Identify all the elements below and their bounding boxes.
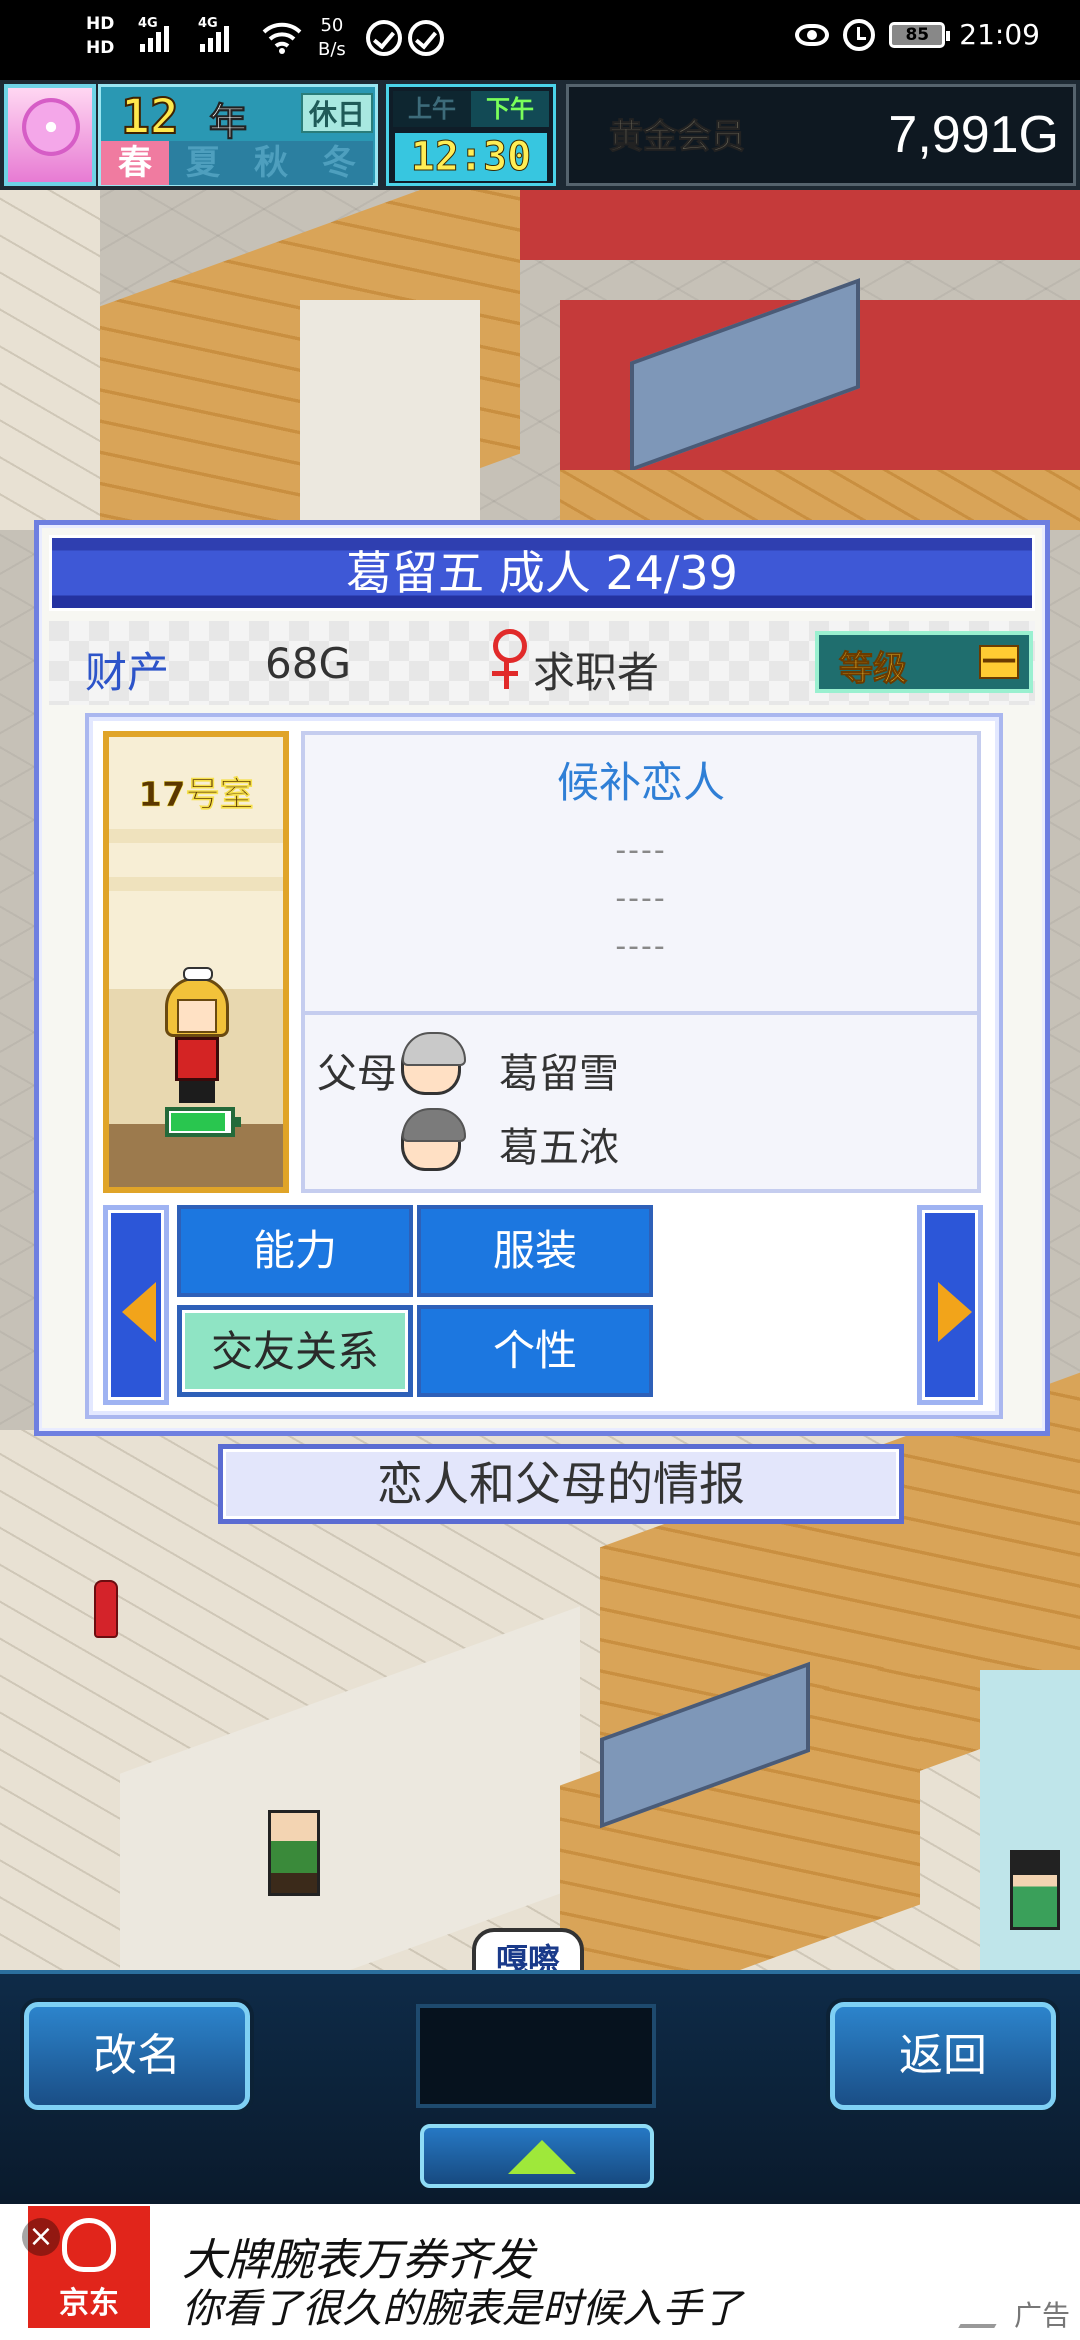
- back-button[interactable]: 返回: [830, 2002, 1056, 2110]
- date-panel: 12 年 休日 春 夏 秋 冬: [98, 84, 378, 186]
- ad-banner[interactable]: 京东 × 大牌腕表万券齐发 你看了很久的腕表是时候入手了 广告: [0, 2204, 1080, 2340]
- arrow-up-icon: [508, 2140, 576, 2174]
- next-resident-button[interactable]: [917, 1205, 983, 1405]
- female-icon-cross: [492, 671, 518, 676]
- season-winter: 冬: [305, 141, 373, 185]
- parents-box: 父母 葛留雪 葛五浓: [301, 1011, 981, 1193]
- corridor: [0, 190, 100, 530]
- tab-clothing[interactable]: 服装: [417, 1205, 653, 1297]
- status-right: 85 21:09: [795, 18, 1040, 51]
- check-icon: [366, 20, 402, 56]
- signal-icon-2: 4G: [198, 16, 229, 52]
- level-value: 一: [979, 645, 1019, 680]
- pm-label: 下午: [471, 91, 549, 127]
- love-candidates-title: 候补恋人: [556, 758, 725, 807]
- female-icon: [489, 627, 529, 691]
- love-candidate-slot: ----: [615, 881, 667, 916]
- eye-icon: [795, 23, 830, 46]
- love-candidate-slot: ----: [615, 833, 667, 868]
- arrow-left-icon: [122, 1282, 156, 1342]
- resident-sprite[interactable]: [1010, 1850, 1060, 1930]
- tab-caption: 恋人和父母的情报: [218, 1444, 904, 1524]
- parent-name: 葛五浓: [499, 1125, 619, 1171]
- ad-subline: 你看了很久的腕表是时候入手了: [182, 2286, 742, 2332]
- year-number: 12: [120, 88, 180, 146]
- speed-value: 50: [320, 15, 344, 36]
- tab-friendship[interactable]: 交友关系: [177, 1305, 413, 1397]
- clock-time: 21:09: [959, 18, 1040, 51]
- fire-extinguisher-icon: [94, 1580, 118, 1638]
- alarm-icon: [843, 18, 876, 51]
- season-autumn: 秋: [237, 141, 305, 185]
- speech-bubble: 嘎嚓: [472, 1928, 584, 1970]
- resident-info-row: 财产 68G 求职者 等级 一: [49, 621, 1035, 705]
- wall-stripe: [109, 829, 283, 843]
- ad-close-button[interactable]: ×: [22, 2218, 60, 2256]
- season-spring: 春: [101, 141, 169, 185]
- wealth-label: 财产: [85, 648, 170, 697]
- arrow-right-icon: [938, 1282, 972, 1342]
- room-number: 17号室: [138, 775, 254, 816]
- member-rank: 黄金会员: [609, 117, 746, 158]
- detail-panel: 17号室 候补恋人 ---- ---- ---- 父母 葛留雪 葛五浓 能力 服…: [85, 713, 1003, 1419]
- wall: [520, 190, 1080, 260]
- resident-info-dialog: 葛留五 成人 24/39 财产 68G 求职者 等级 一 17号室 候补恋人 -…: [34, 520, 1050, 1436]
- love-candidate-slot: ----: [615, 929, 667, 964]
- job-status: 求职者: [533, 648, 660, 697]
- wall-stripe: [109, 877, 283, 891]
- resident-portrait: [157, 967, 237, 1107]
- money-panel: 黄金会员 7,991G: [566, 84, 1076, 186]
- season-summer: 夏: [169, 141, 237, 185]
- season-strip: 春 夏 秋 冬: [101, 141, 373, 185]
- message-display: [416, 2004, 656, 2108]
- ad-label: 广告: [1013, 2299, 1070, 2332]
- network-type-2: 4G: [198, 16, 218, 31]
- am-label: 上午: [393, 91, 471, 127]
- expand-menu-button[interactable]: [420, 2124, 654, 2188]
- ad-brand: 京东: [59, 2286, 119, 2321]
- battery-icon: 85: [889, 21, 951, 48]
- signal-icon-1: 4G: [138, 16, 169, 52]
- network-speed: 50 B/s: [318, 14, 346, 62]
- prev-resident-button[interactable]: [103, 1205, 169, 1405]
- am-pm-indicator: 上午 下午: [393, 91, 549, 127]
- jd-dog-icon: [62, 2218, 116, 2272]
- room-card: 17号室: [103, 731, 289, 1193]
- level-badge: 等级 一: [815, 631, 1033, 693]
- hair-bow: [183, 967, 213, 981]
- love-candidates-box: 候补恋人 ---- ---- ----: [301, 731, 981, 1021]
- face: [177, 999, 217, 1033]
- rename-button[interactable]: 改名: [24, 2002, 250, 2110]
- bottom-bar: 改名 返回: [0, 1970, 1080, 2204]
- level-label: 等级: [839, 649, 908, 690]
- stamina-battery-icon: [165, 1107, 241, 1137]
- status-bar: HD HD 4G 4G 50 B/s 85 21:09: [0, 0, 1080, 80]
- wall: [300, 300, 480, 530]
- check-icon: [408, 20, 444, 56]
- legs: [179, 1081, 215, 1103]
- time-panel: 上午 下午 12:30: [386, 84, 556, 186]
- resident-title: 葛留五 成人 24/39: [49, 535, 1035, 611]
- holiday-badge: 休日: [301, 93, 373, 133]
- parent-name: 葛留雪: [499, 1051, 619, 1097]
- parent-avatar-icon: [401, 1032, 466, 1095]
- parents-label: 父母: [317, 1051, 397, 1097]
- ad-network-icon: [958, 2308, 1006, 2328]
- speed-unit: B/s: [318, 39, 346, 60]
- tab-ability[interactable]: 能力: [177, 1205, 413, 1297]
- tab-personality[interactable]: 个性: [417, 1305, 653, 1397]
- year-unit: 年: [208, 100, 248, 145]
- hd-label-2: HD: [86, 38, 115, 58]
- parent-avatar-icon: [401, 1108, 466, 1171]
- wealth-value: 68G: [265, 639, 351, 688]
- resident-sprite[interactable]: [268, 1810, 320, 1896]
- network-type-1: 4G: [138, 16, 158, 31]
- hd-label-1: HD: [86, 14, 115, 34]
- wifi-icon: [262, 22, 302, 54]
- game-clock: 12:30: [395, 133, 547, 181]
- gold-amount: 7,991G: [888, 106, 1059, 164]
- hd-indicator: HD HD: [86, 12, 114, 60]
- player-avatar-icon[interactable]: [4, 84, 96, 186]
- outfit: [175, 1037, 219, 1081]
